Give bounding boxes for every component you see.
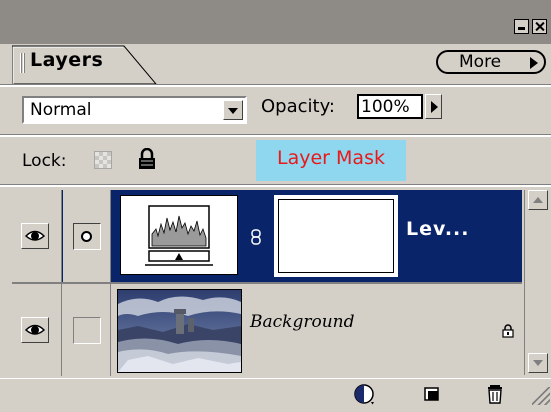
scroll-down-button[interactable] — [528, 353, 548, 373]
opacity-input[interactable]: 100% — [357, 94, 423, 119]
more-menu-button[interactable]: More — [436, 50, 546, 74]
mask-edit-icon[interactable] — [73, 223, 101, 250]
eye-icon — [25, 230, 45, 241]
opacity-slider-button[interactable] — [425, 94, 442, 119]
arrow-right-icon — [530, 57, 538, 69]
visibility-cell — [12, 190, 62, 282]
lock-icon — [502, 324, 514, 338]
eye-icon — [25, 324, 45, 335]
layer-mask-annotation: Layer Mask — [256, 140, 406, 181]
panel-toolbar — [0, 378, 551, 412]
layer-row-levels[interactable]: Lev... — [12, 190, 522, 282]
scroll-up-button[interactable] — [528, 190, 548, 210]
tab-layers-label: Layers — [30, 49, 104, 71]
visibility-cell — [12, 284, 62, 376]
palette-title-strip[interactable] — [0, 0, 551, 44]
layer-mask-annotation-text: Layer Mask — [277, 147, 385, 169]
levels-thumbnail[interactable] — [120, 195, 238, 275]
visibility-toggle[interactable] — [21, 223, 49, 249]
lock-all-icon[interactable] — [137, 148, 157, 170]
blend-mode-select[interactable]: Normal — [22, 96, 247, 124]
close-button[interactable] — [532, 19, 547, 34]
layers-list: Lev... Background — [12, 190, 522, 376]
layer-mask-thumbnail[interactable] — [274, 195, 398, 277]
layer-name[interactable]: Lev... — [406, 218, 469, 240]
background-thumbnail[interactable] — [117, 289, 242, 373]
levels-adjustment-icon — [145, 205, 213, 266]
minimize-button[interactable] — [514, 19, 529, 34]
resize-grip[interactable] — [532, 387, 550, 405]
landscape-photo-icon — [118, 290, 241, 372]
trash-icon[interactable] — [483, 382, 507, 406]
opacity-label: Opacity: — [261, 96, 335, 117]
visibility-toggle[interactable] — [21, 317, 49, 343]
layers-scrollbar[interactable] — [524, 190, 550, 375]
layer-link-box[interactable] — [73, 317, 101, 344]
dropdown-arrow-icon[interactable] — [223, 100, 243, 120]
layers-panel: Layers More Normal Opacity: 100% Lock: L… — [0, 0, 551, 412]
divider — [0, 184, 551, 187]
lock-transparency-icon[interactable] — [94, 151, 112, 169]
layer-state-cell — [63, 190, 111, 282]
new-layer-icon[interactable] — [420, 382, 444, 406]
opacity-value: 100% — [361, 97, 410, 117]
adjustment-layer-icon[interactable] — [352, 382, 376, 406]
blend-mode-value: Normal — [30, 100, 92, 120]
more-menu-label: More — [459, 52, 502, 72]
lock-label: Lock: — [22, 151, 67, 171]
layer-state-cell — [63, 284, 111, 376]
layer-row-background[interactable]: Background — [12, 284, 522, 376]
layer-name[interactable]: Background — [250, 312, 354, 332]
divider — [0, 134, 551, 137]
tab-grip-icon[interactable] — [20, 53, 26, 73]
divider — [0, 84, 551, 87]
link-chain-icon[interactable] — [251, 229, 261, 245]
